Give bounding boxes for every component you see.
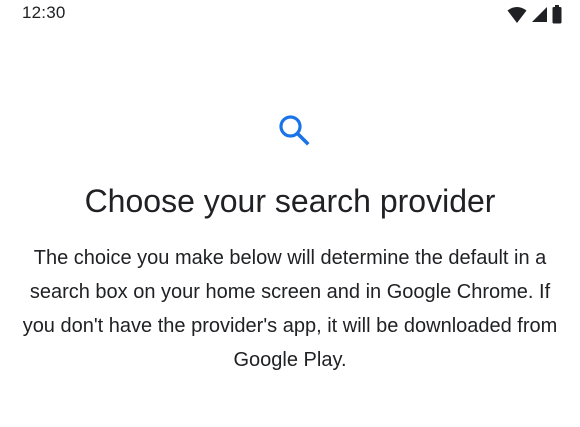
status-bar: 12:30 — [0, 0, 580, 36]
status-icons — [507, 5, 562, 24]
page-title: Choose your search provider — [84, 183, 496, 219]
wifi-icon — [507, 6, 527, 24]
battery-icon — [552, 5, 562, 24]
page-description: The choice you make below will determine… — [22, 247, 558, 371]
cellular-signal-icon — [531, 6, 548, 23]
status-time: 12:30 — [22, 3, 66, 22]
search-icon — [276, 112, 312, 148]
